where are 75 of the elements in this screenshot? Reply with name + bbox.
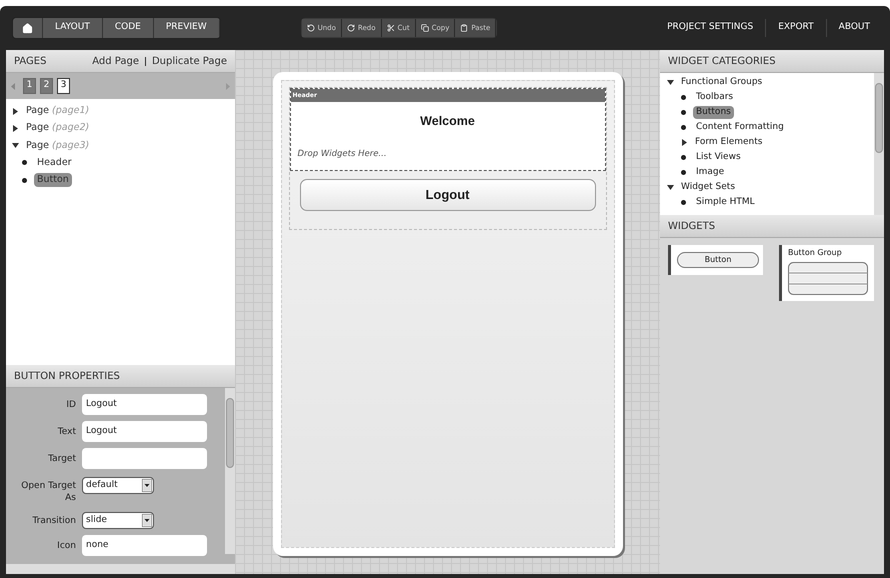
add-page-link[interactable]: Add Page: [92, 54, 139, 68]
cut-icon: [386, 24, 395, 32]
tree-item[interactable]: Page (page1): [26, 104, 90, 118]
button-group-icon: [788, 262, 868, 295]
tree-item[interactable]: Page (page2): [26, 121, 90, 136]
tree-item[interactable]: Form Elements: [695, 136, 762, 149]
tree-item[interactable]: Functional Groups: [681, 76, 762, 89]
top-menu-link[interactable]: PROJECT SETTINGS: [657, 21, 764, 35]
collapsed-caret-icon[interactable]: [681, 139, 688, 146]
nav-tab[interactable]: LAYOUT: [43, 18, 103, 38]
property-label: Icon: [56, 540, 77, 552]
tree-item[interactable]: Widget Sets: [681, 181, 736, 194]
property-label: Open Target As: [20, 480, 77, 504]
home-button[interactable]: [13, 18, 43, 38]
property-label: ID: [65, 399, 77, 411]
tree-item[interactable]: Image: [693, 166, 728, 179]
redo-icon: [346, 24, 355, 32]
scrollbar[interactable]: [225, 388, 235, 554]
text-field[interactable]: Logout: [82, 421, 207, 442]
panel-title: WIDGET CATEGORIES: [668, 54, 776, 68]
dropdown-arrow-icon: [142, 514, 152, 527]
nav-tab[interactable]: PREVIEW: [154, 18, 220, 38]
bullet-icon: [681, 170, 686, 175]
page-tab[interactable]: 1: [23, 78, 36, 94]
collapsed-caret-icon[interactable]: [12, 108, 19, 115]
expanded-caret-icon[interactable]: [667, 184, 674, 191]
property-label: Transition: [31, 515, 77, 527]
panel-title: PAGES: [14, 54, 46, 68]
bullet-icon: [22, 178, 27, 183]
tree-item[interactable]: Buttons: [693, 106, 734, 119]
select-field[interactable]: slide: [82, 512, 154, 529]
panel-title: WIDGETS: [668, 220, 716, 234]
header-title: Welcome: [420, 114, 475, 128]
tree-item[interactable]: Header: [34, 156, 75, 170]
tree-item[interactable]: Toolbars: [693, 91, 736, 104]
copy-icon: [420, 24, 429, 32]
expanded-caret-icon[interactable]: [12, 142, 19, 150]
tree-item[interactable]: Content Formatting: [693, 121, 787, 134]
bullet-icon: [681, 200, 686, 205]
bullet-icon: [681, 125, 686, 130]
property-label: Target: [47, 453, 77, 465]
bullet-icon: [681, 95, 686, 100]
duplicate-page-link[interactable]: Duplicate Page: [152, 54, 227, 68]
logout-button[interactable]: Logout: [300, 179, 596, 211]
page-tab[interactable]: 3: [57, 78, 70, 94]
text-field[interactable]: [82, 448, 207, 469]
horizontal-scrollbar[interactable]: [6, 564, 235, 574]
tree-item[interactable]: List Views: [693, 151, 744, 164]
tree-item[interactable]: Page (page3): [26, 138, 90, 153]
property-label: Text: [56, 426, 77, 438]
bullet-icon: [22, 160, 27, 166]
tree-item[interactable]: Simple HTML: [693, 196, 758, 209]
bullet-icon: [681, 110, 686, 115]
nav-tab[interactable]: CODE: [102, 18, 154, 38]
scrollbar[interactable]: [874, 73, 884, 215]
button-preview: Button: [677, 252, 759, 268]
select-field[interactable]: default: [82, 477, 154, 494]
widget-label: Button Group: [788, 247, 843, 259]
home-icon: [22, 22, 33, 34]
panel-title: BUTTON PROPERTIES: [14, 370, 120, 384]
bullet-icon: [681, 155, 686, 160]
top-menu-link[interactable]: ABOUT: [828, 21, 880, 35]
widget-tile[interactable]: Button: [668, 245, 763, 275]
expanded-caret-icon[interactable]: [667, 79, 674, 86]
collapsed-caret-icon[interactable]: [12, 124, 19, 132]
top-menu-link[interactable]: EXPORT: [768, 21, 824, 35]
page-tab[interactable]: 2: [40, 78, 53, 94]
undo-icon: [306, 24, 315, 32]
paste-icon: [460, 24, 468, 32]
text-field[interactable]: none: [82, 535, 207, 556]
text-field[interactable]: Logout: [82, 394, 207, 415]
tree-item[interactable]: Button: [34, 173, 72, 188]
dropdown-arrow-icon: [142, 479, 152, 492]
drop-hint: Drop Widgets Here...: [298, 149, 387, 159]
widget-tile[interactable]: Button Group: [779, 245, 874, 301]
